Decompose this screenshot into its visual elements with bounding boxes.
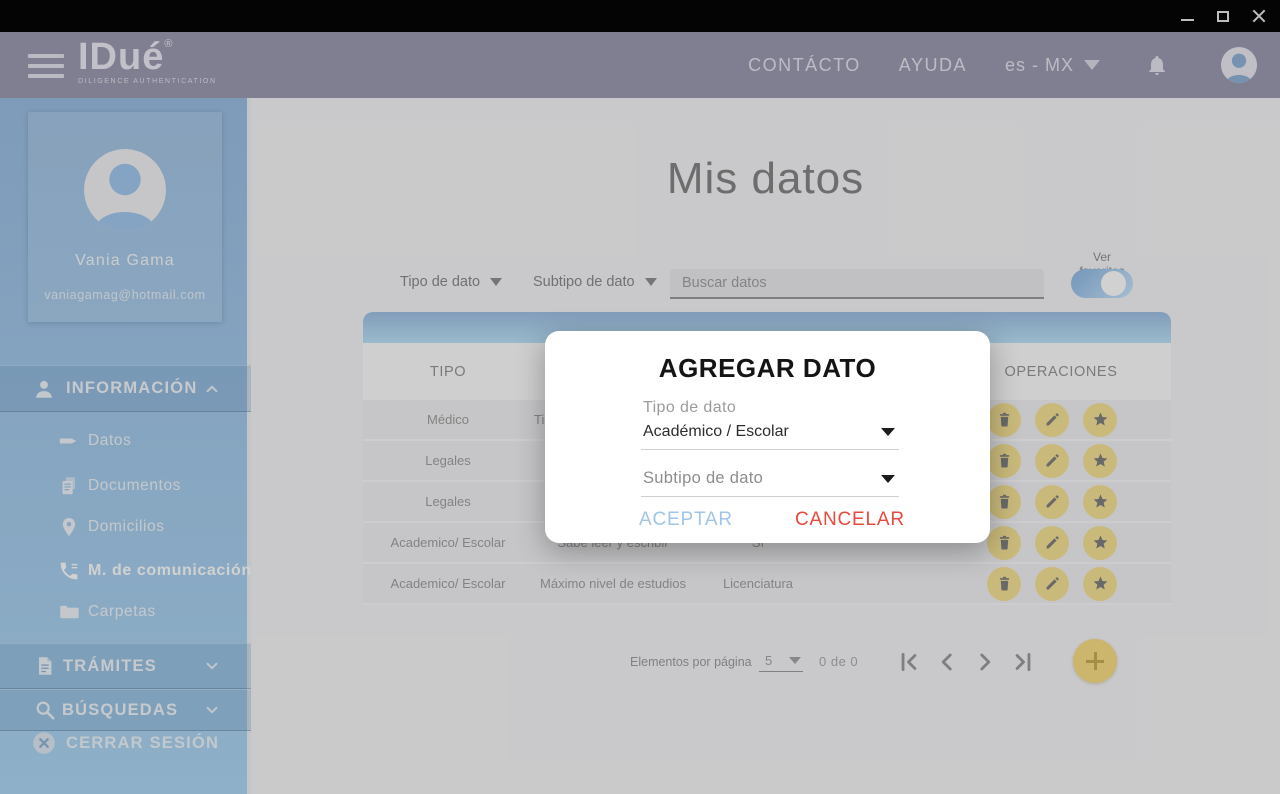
chevron-down-icon	[881, 474, 895, 483]
modal-subtipo-placeholder: Subtipo de dato	[643, 469, 764, 487]
modal-title: AGREGAR DATO	[658, 353, 877, 383]
modal-tipo-value: Académico / Escolar	[643, 423, 789, 440]
modal-subtipo-select[interactable]: Subtipo de dato	[641, 469, 899, 497]
modal-tipo-select[interactable]: Académico / Escolar	[641, 423, 899, 450]
app-window: IDué® DILIGENCE AUTHENTICATION CONTÁCTO …	[0, 0, 1280, 794]
agregar-dato-modal: AGREGAR DATO Tipo de dato Académico / Es…	[545, 331, 990, 543]
accept-button[interactable]: ACEPTAR	[639, 509, 733, 531]
chevron-down-icon	[881, 428, 895, 436]
cancel-button[interactable]: CANCELAR	[795, 509, 905, 531]
modal-tipo-label: Tipo de dato	[643, 399, 737, 416]
